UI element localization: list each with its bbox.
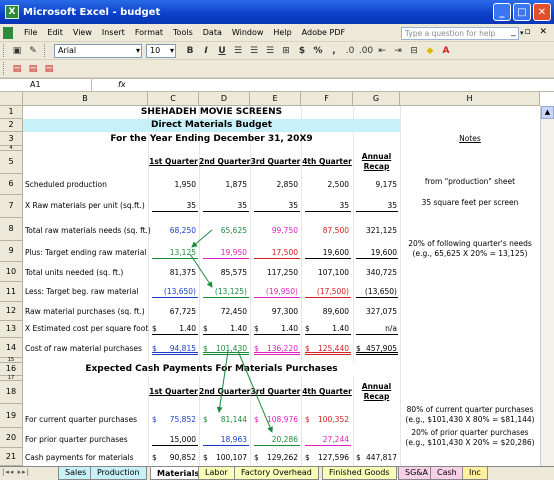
tab-inc[interactable]: Inc [462,467,488,480]
tab-labor[interactable]: Labor [198,467,235,480]
tab-production[interactable]: Production [90,467,147,480]
tab-factory-overhead[interactable]: Factory Overhead [234,467,319,480]
tab-sales[interactable]: Sales [58,467,94,480]
tab-cash[interactable]: Cash [430,467,464,480]
tab-scroll-buttons[interactable]: |◂◂ ▸▸| [2,468,30,476]
sheet-tab-bar: |◂◂ ▸▸| Sales Production Materials Labor… [0,466,554,480]
tab-finished-goods[interactable]: Finished Goods [322,467,397,480]
scroll-up-icon[interactable]: ▲ [541,106,554,119]
annotation-arrows [189,229,273,433]
vertical-scrollbar[interactable]: ▲ [540,106,554,466]
